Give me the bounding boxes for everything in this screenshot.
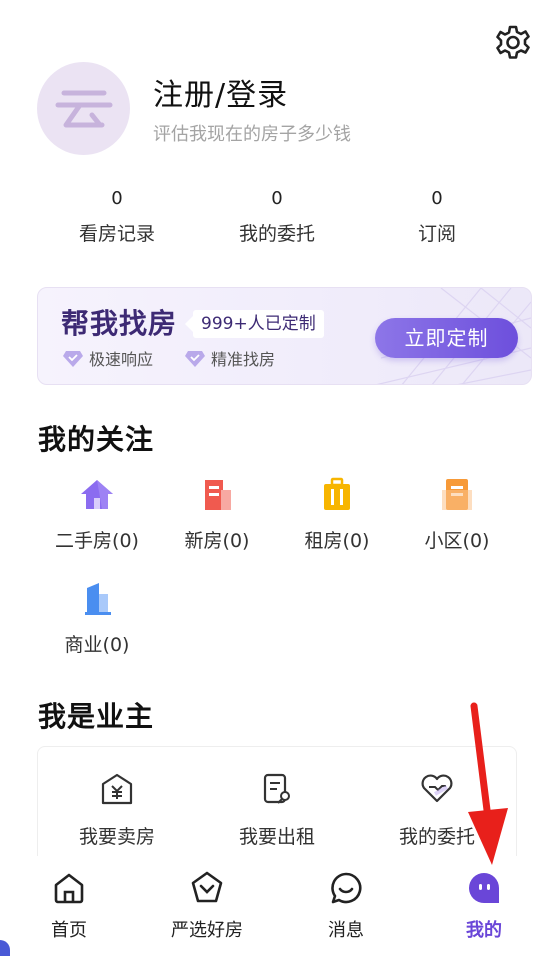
favorite-label: 小区(0) — [424, 530, 490, 552]
owner-label: 我的委托 — [398, 826, 475, 848]
stat-label: 我的委托 — [238, 223, 315, 245]
stat-value: 0 — [431, 188, 443, 209]
office-tower-icon — [85, 583, 111, 615]
diamond-badge-icon — [63, 351, 83, 367]
banner-title: 帮我找房 — [61, 307, 178, 340]
favorite-label: 商业(0) — [64, 634, 130, 656]
owner-label: 我要出租 — [238, 826, 315, 848]
house-icon — [81, 480, 113, 509]
owner-rent-out[interactable]: 我要出租 — [212, 772, 342, 849]
community-icon — [442, 479, 472, 510]
settings-button[interactable] — [492, 22, 534, 64]
avatar[interactable] — [37, 62, 130, 155]
tab-label: 首页 — [51, 920, 87, 941]
feature-label: 精准找房 — [211, 350, 276, 369]
tab-mine[interactable]: 我的 — [429, 870, 539, 942]
favorite-label: 新房(0) — [184, 530, 250, 552]
profile-face-icon — [469, 873, 499, 903]
owner-title: 我是业主 — [38, 700, 155, 733]
login-register-link[interactable]: 注册/登录 — [153, 70, 288, 114]
favorite-label: 租房(0) — [304, 530, 370, 552]
tab-label: 消息 — [328, 920, 364, 941]
stat-viewing-records[interactable]: 0 看房记录 — [57, 186, 177, 246]
banner-tag: 999+人已定制 — [185, 310, 324, 338]
bottom-tab-bar: 首页 严选好房 消息 我的 — [0, 856, 554, 956]
diamond-badge-icon — [185, 351, 205, 367]
owner-my-commission[interactable]: 我的委托 — [372, 772, 502, 849]
favorites-title: 我的关注 — [38, 423, 155, 456]
heart-handshake-icon — [421, 774, 453, 803]
favorite-community[interactable]: 小区(0) — [397, 476, 517, 553]
owner-sell-house[interactable]: 我要卖房 — [52, 772, 182, 849]
stat-label: 看房记录 — [78, 223, 155, 245]
favorite-second-hand[interactable]: 二手房(0) — [37, 476, 157, 553]
tab-messages[interactable]: 消息 — [291, 870, 401, 942]
favorite-label: 二手房(0) — [55, 530, 139, 552]
tab-selected-houses[interactable]: 严选好房 — [152, 870, 262, 942]
favorite-new-house[interactable]: 新房(0) — [157, 476, 277, 553]
stat-label: 订阅 — [417, 223, 456, 245]
stat-value: 0 — [271, 188, 283, 209]
owner-label: 我要卖房 — [78, 826, 155, 848]
sell-house-icon — [101, 773, 133, 805]
find-house-banner[interactable]: 帮我找房 999+人已定制 极速响应 精准找房 立即定制 — [37, 287, 532, 385]
home-icon — [54, 873, 84, 904]
rent-document-icon — [263, 773, 290, 804]
feature-precise-search: 精准找房 — [185, 346, 275, 370]
gear-icon — [496, 25, 530, 59]
customize-now-button[interactable]: 立即定制 — [375, 318, 518, 358]
tab-home[interactable]: 首页 — [14, 870, 124, 942]
suitcase-icon — [324, 477, 350, 510]
yun-logo-icon — [55, 90, 112, 127]
building-icon — [205, 480, 231, 510]
tab-label: 我的 — [466, 920, 502, 941]
tab-label: 严选好房 — [171, 920, 243, 941]
stat-value: 0 — [111, 188, 123, 209]
valuation-subtitle-link[interactable]: 评估我现在的房子多少钱 — [153, 120, 351, 146]
feature-label: 极速响应 — [89, 350, 154, 369]
shield-check-icon — [191, 871, 223, 903]
stat-subscriptions[interactable]: 0 订阅 — [377, 186, 497, 246]
favorite-rental[interactable]: 租房(0) — [277, 476, 397, 553]
stat-my-commissions[interactable]: 0 我的委托 — [217, 186, 337, 246]
chat-bubble-icon — [331, 872, 362, 904]
feature-fast-response: 极速响应 — [63, 346, 153, 370]
favorite-commercial[interactable]: 商业(0) — [37, 580, 157, 657]
